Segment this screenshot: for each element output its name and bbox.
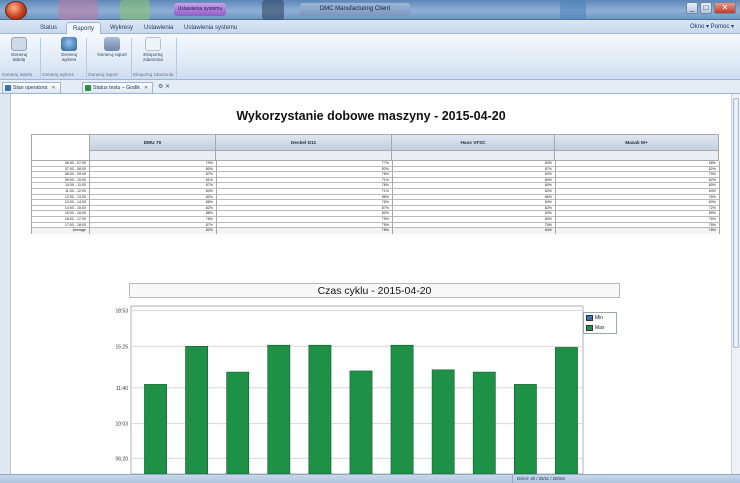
ribbon-separator	[176, 38, 177, 78]
ribbon-group-label: Generuj tabelę	[2, 72, 33, 77]
bar	[226, 371, 250, 474]
vertical-scrollbar[interactable]	[731, 94, 740, 474]
y-tick-label: 06:20	[115, 456, 128, 462]
bar	[431, 369, 455, 474]
close-tab-icon[interactable]: ✕	[144, 85, 148, 91]
legend-label: Max	[595, 325, 605, 331]
maximize-button[interactable]: □	[700, 2, 712, 14]
operator-icon	[5, 85, 11, 91]
document-tab-bar: Stan operatora ✕ Status testu – Grafik ✕ ⚙…	[0, 80, 740, 94]
generate-chart-label: Generuj wykres	[60, 52, 78, 62]
table-cell: 78%	[217, 228, 393, 234]
bar	[555, 347, 578, 474]
report-title: Wykorzystanie dobowe maszyny - 2015-04-2…	[236, 109, 506, 123]
status-bar: Dzień: 4h / 25/sz / 20/3sz	[0, 474, 740, 483]
legend-swatch-min	[586, 315, 593, 321]
report-icon	[104, 37, 120, 51]
ribbon-tab-bar: Status Raporty Wykresy Ustawienia Ustawi…	[0, 20, 740, 34]
status-text: Dzień: 4h / 25/sz / 20/3sz	[512, 475, 602, 483]
minimize-button[interactable]: _	[686, 2, 698, 14]
utilization-table: 06:00 - 07:00 79% 77% 83% 68% 07:00 - 08:00 80…	[31, 161, 720, 234]
bar	[267, 344, 291, 474]
column-subheader	[555, 151, 719, 161]
cursor-icon	[145, 37, 161, 51]
column-subheader	[89, 151, 216, 161]
ribbon-separator	[40, 38, 41, 78]
tab-wykresy[interactable]: Wykresy	[104, 22, 139, 34]
doc-tab-label: Status testu – Grafik	[93, 85, 140, 91]
ribbon-group-label: Generuj raport	[88, 72, 118, 77]
status-icon	[85, 85, 91, 91]
bar	[390, 344, 414, 474]
table-cell: 78%	[556, 228, 720, 234]
ribbon: Generuj tabelę Generuj wykres Generuj ra…	[0, 34, 740, 80]
tab-raporty[interactable]: Raporty	[66, 22, 102, 34]
generate-table-label: Generuj tabelę	[10, 52, 28, 62]
bar	[349, 370, 373, 474]
close-button[interactable]: ✕	[714, 2, 736, 14]
cycle-time-chart: 18:53 15:25 11:40 10:03 06:20	[115, 305, 584, 474]
scrollbar-thumb[interactable]	[733, 98, 739, 348]
report-view: Wykorzystanie dobowe maszyny - 2015-04-2…	[10, 94, 731, 474]
generate-report-button[interactable]: Generuj raport	[97, 37, 127, 69]
doc-tab-operator[interactable]: Stan operatora ✕	[2, 82, 61, 93]
window-controls: _ □ ✕	[686, 2, 736, 14]
titlebar-decor	[120, 0, 150, 20]
column-header: Hass VF2C	[392, 134, 555, 151]
doc-tab-status[interactable]: Status testu – Grafik ✕	[82, 82, 154, 93]
ribbon-group-label: Eksportuj zdarzenia	[133, 72, 174, 77]
column-header: Mazak M+	[555, 134, 719, 151]
doc-tab-label: Stan operatora	[13, 85, 48, 91]
table-icon	[11, 37, 27, 51]
ribbon-separator	[86, 38, 87, 78]
export-events-button[interactable]: Eksportuj zdarzenia	[138, 37, 168, 69]
legend-item-max: Max	[584, 323, 616, 333]
bar	[144, 384, 167, 474]
titlebar-decor	[262, 0, 284, 20]
average-row: Average 82% 78% 84% 78%	[31, 228, 720, 234]
chart-icon	[61, 37, 77, 51]
tab-ustawienia[interactable]: Ustawienia	[138, 22, 179, 34]
bar	[308, 344, 332, 474]
title-bar: Ustawienia systemu DMC Manufacturing Cli…	[0, 0, 740, 20]
legend-item-min: Min	[584, 313, 616, 323]
y-tick-label: 18:53	[115, 308, 128, 314]
column-header: Deckel D11	[216, 134, 392, 151]
table-corner-cell	[31, 134, 89, 161]
window-help-menu[interactable]: Okno ▾ Pomoc ▾	[690, 23, 734, 30]
titlebar-decor	[58, 0, 98, 20]
legend-swatch-max	[586, 325, 593, 331]
chart-legend: Min Max	[583, 312, 617, 334]
generate-table-button[interactable]: Generuj tabelę	[4, 37, 34, 69]
table-cell: 82%	[90, 228, 217, 234]
window-title: DMC Manufacturing Client	[300, 3, 410, 16]
bar	[185, 346, 209, 474]
generate-chart-button[interactable]: Generuj wykres	[54, 37, 84, 69]
column-header: DMU 70	[89, 134, 216, 151]
y-tick-label: 15:25	[115, 344, 128, 350]
bar	[513, 384, 537, 474]
tab-options-icon[interactable]: ⚙ ✕	[158, 83, 182, 92]
close-tab-icon[interactable]: ✕	[51, 85, 55, 91]
ribbon-separator	[131, 38, 132, 78]
tab-status[interactable]: Status	[34, 22, 63, 34]
column-subheader	[216, 151, 392, 161]
table-cell: 84%	[393, 228, 556, 234]
quick-access-tab[interactable]: Ustawienia systemu	[174, 3, 226, 16]
row-label: Average	[32, 228, 90, 234]
bar	[472, 371, 496, 474]
chart-title: Czas cyklu - 2015-04-20	[129, 283, 620, 298]
column-subheader	[392, 151, 555, 161]
tab-ustawienia-systemu[interactable]: Ustawienia systemu	[178, 22, 243, 34]
app-menu-orb-icon[interactable]	[5, 1, 27, 20]
titlebar-decor	[560, 0, 586, 20]
ribbon-group-label: Generuj wykres	[42, 72, 74, 77]
y-tick-label: 11:40	[116, 386, 128, 392]
legend-label: Min	[595, 315, 604, 321]
y-tick-label: 10:03	[115, 422, 128, 428]
export-events-label: Eksportuj zdarzenia	[143, 52, 163, 62]
generate-report-label: Generuj raport	[97, 52, 127, 57]
